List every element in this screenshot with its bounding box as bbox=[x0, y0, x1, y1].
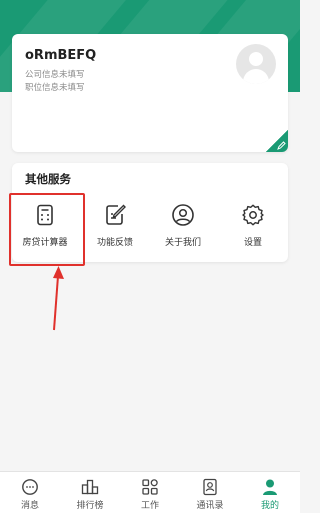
work-grid-icon bbox=[142, 479, 158, 495]
service-about-us[interactable]: 关于我们 bbox=[150, 203, 216, 253]
profile-page: oRmBEFQ 公司信息未填写 职位信息未填写 其他服务 房贷计算器 功能反馈 … bbox=[0, 0, 300, 513]
gear-icon bbox=[242, 204, 264, 226]
service-label: 关于我们 bbox=[164, 238, 201, 248]
service-label: 设置 bbox=[243, 238, 262, 248]
company-info: 公司信息未填写 bbox=[25, 70, 85, 80]
edit-icon bbox=[277, 141, 286, 150]
profile-icon bbox=[263, 479, 277, 495]
tab-label: 工作 bbox=[140, 501, 159, 511]
tab-label: 消息 bbox=[20, 501, 39, 511]
calculator-icon bbox=[37, 204, 53, 226]
tab-label: 排行榜 bbox=[76, 501, 104, 511]
tab-label: 通讯录 bbox=[196, 501, 224, 511]
profile-card[interactable]: oRmBEFQ 公司信息未填写 职位信息未填写 bbox=[12, 34, 288, 152]
service-feedback[interactable]: 功能反馈 bbox=[82, 203, 148, 253]
message-icon bbox=[22, 479, 38, 495]
service-label: 房贷计算器 bbox=[22, 238, 68, 248]
tab-work[interactable]: 工作 bbox=[120, 472, 180, 513]
tab-label: 我的 bbox=[260, 501, 279, 511]
edit-profile-button[interactable] bbox=[266, 130, 288, 152]
position-info: 职位信息未填写 bbox=[25, 83, 85, 93]
other-services-card: 其他服务 房贷计算器 功能反馈 关于我们 设置 bbox=[12, 163, 288, 262]
services-title: 其他服务 bbox=[25, 172, 71, 186]
tab-ranking[interactable]: 排行榜 bbox=[60, 472, 120, 513]
service-mortgage-calculator[interactable]: 房贷计算器 bbox=[12, 203, 78, 253]
ranking-icon bbox=[81, 479, 99, 495]
about-icon bbox=[172, 204, 194, 226]
feedback-icon bbox=[106, 204, 126, 225]
tab-messages[interactable]: 消息 bbox=[0, 472, 60, 513]
bottom-tab-bar: 消息 排行榜 工作 通讯录 我的 bbox=[0, 471, 300, 513]
service-settings[interactable]: 设置 bbox=[220, 203, 286, 253]
avatar[interactable] bbox=[236, 44, 276, 84]
service-label: 功能反馈 bbox=[96, 238, 133, 248]
contacts-icon bbox=[203, 478, 217, 496]
annotation-arrow bbox=[53, 266, 64, 331]
username: oRmBEFQ bbox=[25, 48, 97, 63]
tab-profile[interactable]: 我的 bbox=[240, 472, 300, 513]
tab-contacts[interactable]: 通讯录 bbox=[180, 472, 240, 513]
